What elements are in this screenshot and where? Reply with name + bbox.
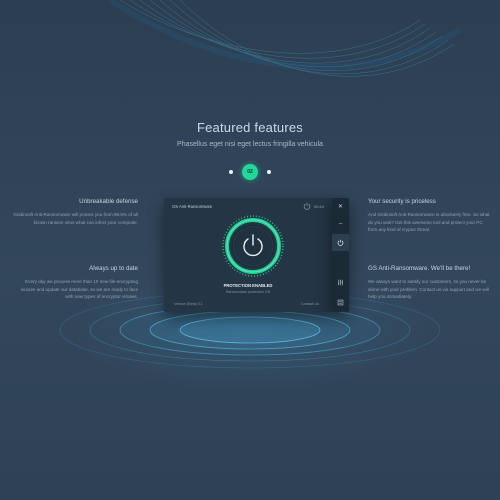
power-status-icon[interactable] <box>303 202 311 210</box>
feature-text: We always want to satisfy our customers,… <box>368 279 489 300</box>
feature-title: Your security is priceless <box>368 198 436 205</box>
sidebar-item-logs[interactable] <box>332 294 349 311</box>
feature-unbreakable-defense: Unbreakable defense Gridinsoft Anti-Rans… <box>13 198 138 226</box>
version-label: Version (Beta) 0.1 <box>174 302 203 306</box>
decorative-waves <box>108 0 462 77</box>
feature-title: Always up to date <box>89 265 138 272</box>
feature-text: Gridinsoft Anti-Ransomware will protect … <box>13 212 138 225</box>
protection-power-button[interactable] <box>222 215 284 277</box>
feature-text: And Gridinsoft Anti-Ransomware is absolu… <box>368 212 490 233</box>
protection-status: PROTECTION ENABLED <box>223 283 273 288</box>
close-icon: ✕ <box>337 204 344 210</box>
sidebar-item-settings[interactable] <box>332 274 349 291</box>
close-button[interactable]: ✕ <box>332 198 349 215</box>
protection-status-detail: Ransomware protection ON <box>225 290 271 294</box>
pager-current[interactable]: 02 <box>242 164 258 180</box>
list-icon <box>337 299 344 306</box>
feature-always-up-to-date: Always up to date Every day we process m… <box>13 265 138 301</box>
sidebar-item-protection[interactable] <box>332 234 349 251</box>
feature-text: Every day we process more than 10 new fi… <box>20 279 138 300</box>
minimize-icon: – <box>338 220 343 227</box>
app-sidebar: ✕ – <box>332 198 349 312</box>
power-icon <box>337 239 344 246</box>
feature-security-priceless: Your security is priceless And Gridinsof… <box>368 198 493 234</box>
page-subtitle: Phasellus eget nisi eget lectus fringill… <box>177 141 323 148</box>
app-window: GS Anti-Ransomware 00:44 PROTECTION ENAB… <box>164 198 332 312</box>
feature-title: Unbreakable defense <box>79 198 138 205</box>
sliders-icon <box>338 279 343 286</box>
pager-dot-prev[interactable] <box>229 170 233 174</box>
pager-dot-next[interactable] <box>267 170 271 174</box>
feature-gs-support: GS Anti-Ransomware. We'll be there! We a… <box>368 265 493 301</box>
page-title: Featured features <box>196 120 304 135</box>
contact-us-link[interactable]: Contact Us <box>301 302 319 306</box>
feature-title: GS Anti-Ransomware. We'll be there! <box>368 265 471 272</box>
app-window-title: GS Anti-Ransomware <box>172 204 213 209</box>
clock-readout: 00:44 <box>314 204 325 209</box>
minimize-button[interactable]: – <box>332 215 349 232</box>
feature-pager: 02 <box>0 164 500 180</box>
